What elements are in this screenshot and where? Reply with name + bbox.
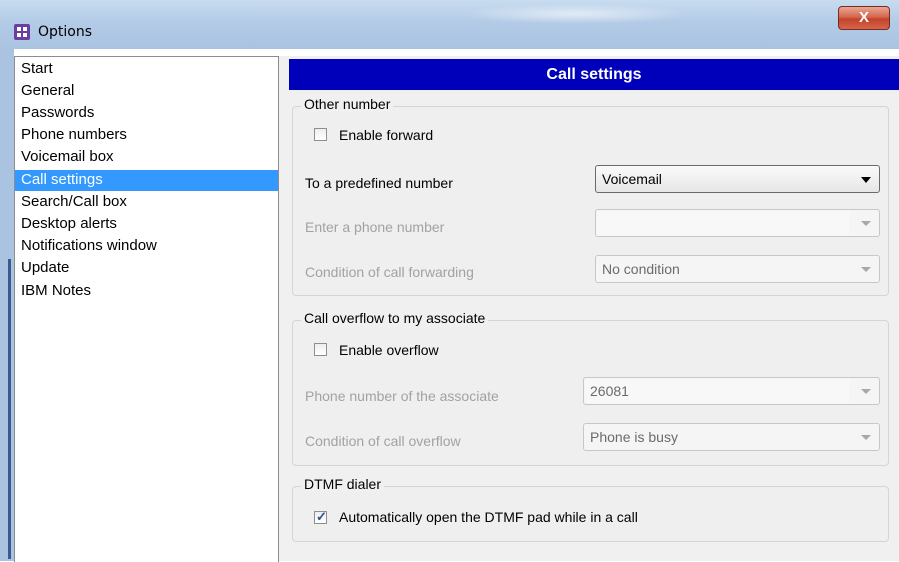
title-glow [460, 4, 690, 24]
nav-item-call-settings[interactable]: Call settings [15, 170, 278, 191]
dtmf-dialer-group: DTMF dialer ✓ Automatically open the DTM… [292, 476, 889, 542]
other-number-group: Other number Enable forward To a predefi… [292, 96, 889, 296]
nav-item-phone-numbers[interactable]: Phone numbers [15, 125, 278, 146]
forwarding-condition-dropdown[interactable]: No condition [595, 255, 880, 283]
frame-shadow [8, 259, 11, 559]
predefined-number-value: Voicemail [602, 171, 662, 187]
window-frame-left [0, 49, 14, 561]
dtmf-auto-open-checkbox[interactable]: ✓ [314, 509, 327, 524]
nav-item-update[interactable]: Update [15, 258, 278, 279]
predefined-number-label: To a predefined number [305, 175, 453, 191]
chevron-down-icon [861, 177, 871, 183]
nav-item-general[interactable]: General [15, 81, 278, 102]
chevron-down-icon [861, 221, 871, 226]
phone-number-label: Enter a phone number [305, 219, 445, 235]
call-overflow-group: Call overflow to my associate Enable ove… [292, 310, 889, 466]
enable-forward-label: Enable forward [339, 127, 434, 143]
phone-number-field[interactable] [597, 211, 849, 235]
associate-number-value: 26081 [590, 383, 629, 399]
call-overflow-legend: Call overflow to my associate [301, 310, 489, 326]
dtmf-dialer-legend: DTMF dialer [301, 476, 385, 492]
other-number-legend: Other number [301, 96, 394, 112]
nav-item-notifications-window[interactable]: Notifications window [15, 236, 278, 257]
nav-item-desktop-alerts[interactable]: Desktop alerts [15, 214, 278, 235]
nav-item-voicemail-box[interactable]: Voicemail box [15, 147, 278, 168]
chevron-down-icon [861, 435, 871, 440]
chevron-down-icon [861, 267, 871, 272]
checkmark-icon: ✓ [316, 509, 327, 524]
dtmf-auto-open-label: Automatically open the DTMF pad while in… [339, 509, 638, 525]
nav-item-start[interactable]: Start [15, 59, 278, 80]
title-bar: Options X [0, 0, 899, 49]
window-title: Options [38, 24, 93, 40]
associate-number-label: Phone number of the associate [305, 388, 499, 404]
overflow-condition-value: Phone is busy [590, 429, 678, 445]
enable-overflow-checkbox[interactable] [314, 343, 327, 356]
associate-number-combo[interactable]: 26081 [583, 377, 880, 405]
forwarding-condition-value: No condition [602, 261, 680, 277]
chevron-down-icon [861, 389, 871, 394]
overflow-condition-dropdown[interactable]: Phone is busy [583, 423, 880, 451]
enable-overflow-label: Enable overflow [339, 342, 439, 358]
nav-item-passwords[interactable]: Passwords [15, 103, 278, 124]
options-app-icon [14, 24, 30, 40]
panel-title: Call settings [289, 59, 899, 90]
options-nav-list[interactable]: Start General Passwords Phone numbers Vo… [14, 56, 279, 562]
forwarding-condition-label: Condition of call forwarding [305, 264, 474, 280]
nav-item-ibm-notes[interactable]: IBM Notes [15, 281, 278, 302]
predefined-number-dropdown[interactable]: Voicemail [595, 165, 880, 193]
nav-item-search-call-box[interactable]: Search/Call box [15, 192, 278, 213]
overflow-condition-label: Condition of call overflow [305, 433, 461, 449]
close-button[interactable]: X [838, 6, 890, 30]
phone-number-combo[interactable] [595, 209, 880, 237]
enable-forward-checkbox[interactable] [314, 128, 327, 141]
